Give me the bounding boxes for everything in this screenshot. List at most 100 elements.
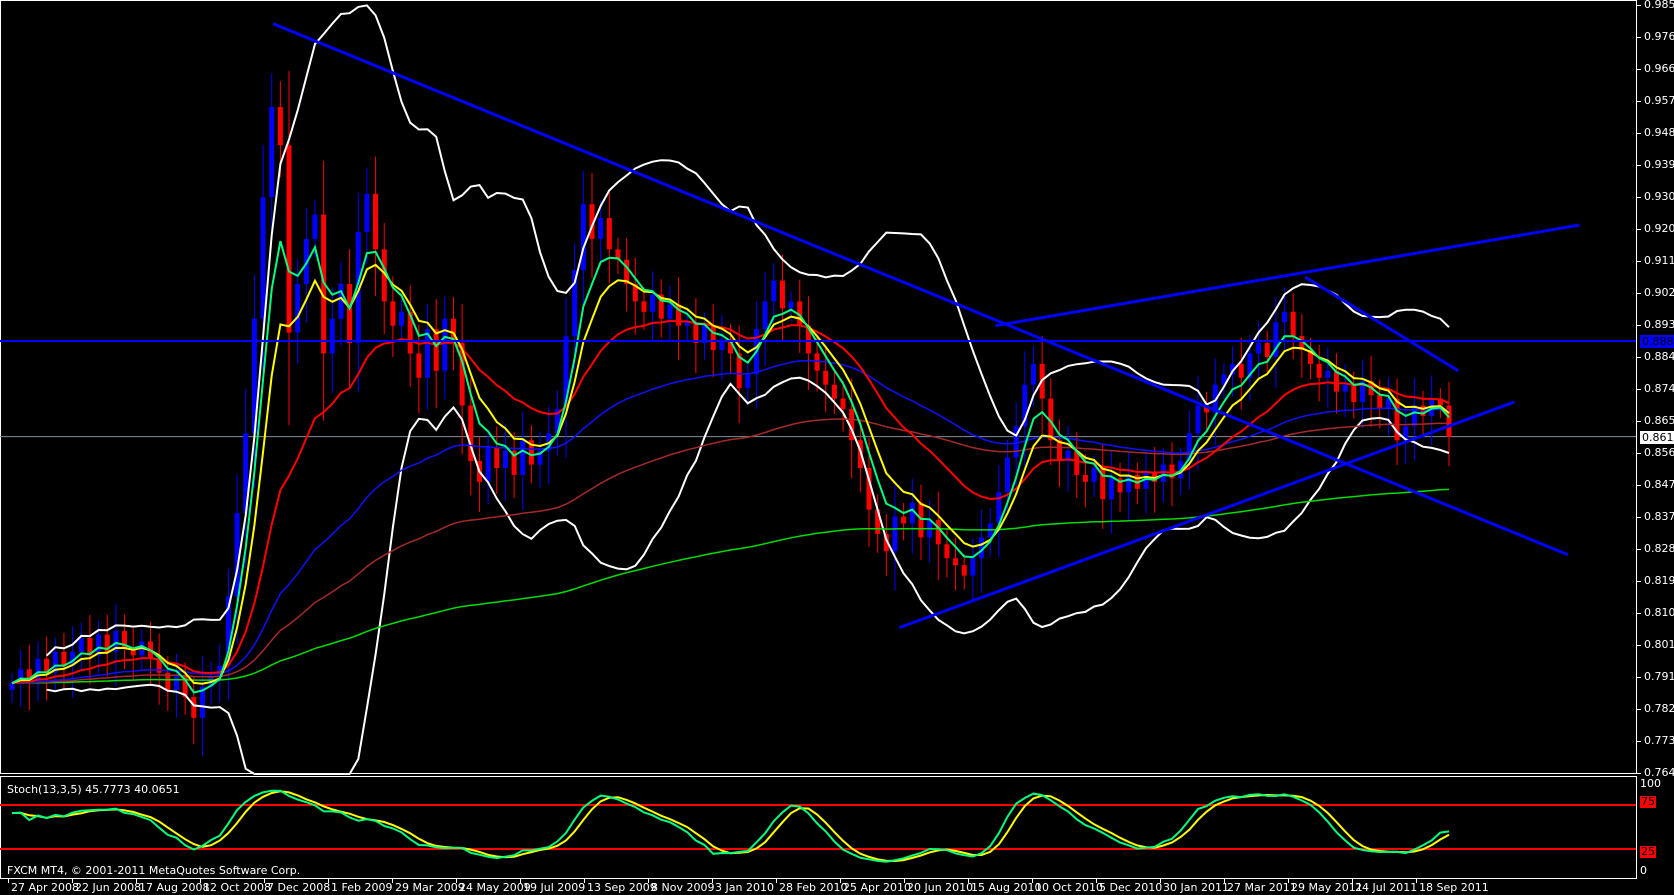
date-label: 8 Nov 2009 xyxy=(651,881,715,894)
candle xyxy=(970,538,976,601)
price-label: 0.84715 xyxy=(1644,478,1674,491)
date-label: 24 May 2009 xyxy=(459,881,531,894)
date-label: 27 Mar 2011 xyxy=(1227,881,1297,894)
stoch-level-25: 25 xyxy=(1640,845,1656,858)
price-tick xyxy=(1637,517,1641,518)
date-label: 27 Apr 2008 xyxy=(11,881,80,894)
date-tick xyxy=(1096,879,1097,883)
candle xyxy=(1056,419,1062,488)
price-tick xyxy=(1637,741,1641,742)
candle xyxy=(1437,388,1443,419)
price-tick xyxy=(1637,677,1641,678)
date-tick xyxy=(392,879,393,883)
stochastic-title: Stoch(13,3,5) 45.7773 40.0651 xyxy=(7,783,180,796)
candle xyxy=(676,277,682,361)
candle xyxy=(762,271,768,366)
candle xyxy=(632,257,638,335)
candle xyxy=(321,160,327,421)
horizontal-line-price-label: 0.88858 xyxy=(1640,335,1674,349)
price-label: 0.93940 xyxy=(1644,158,1674,171)
candle xyxy=(373,156,379,296)
candle xyxy=(996,465,1002,558)
candle xyxy=(987,507,993,557)
price-label: 0.85640 xyxy=(1644,446,1674,459)
price-label: 0.94865 xyxy=(1644,126,1674,139)
candle xyxy=(667,285,673,343)
candle xyxy=(485,429,491,505)
date-label: 10 Oct 2010 xyxy=(1035,881,1104,894)
date-label: 22 Jun 2008 xyxy=(75,881,142,894)
price-label: 0.87490 xyxy=(1644,382,1674,395)
price-tick xyxy=(1637,645,1641,646)
date-label: 18 Sep 2011 xyxy=(1419,881,1489,894)
candle xyxy=(892,485,898,591)
candles xyxy=(0,71,1636,756)
price-label: 0.91165 xyxy=(1644,254,1674,267)
candle xyxy=(1385,377,1391,436)
price-tick xyxy=(1637,197,1641,198)
price-label: 0.98540 xyxy=(1644,0,1674,11)
price-tick xyxy=(1637,709,1641,710)
price-label: 0.89340 xyxy=(1644,318,1674,331)
candle xyxy=(901,502,907,541)
candle xyxy=(139,629,145,671)
date-label: 29 May 2011 xyxy=(1291,881,1363,894)
candle xyxy=(191,676,197,744)
candle xyxy=(537,431,543,489)
price-tick xyxy=(1637,229,1641,230)
candle xyxy=(182,662,188,715)
candle xyxy=(909,478,915,554)
trendline[interactable] xyxy=(272,22,1569,557)
date-tick xyxy=(200,879,201,883)
date-tick xyxy=(584,879,585,883)
price-label: 0.95790 xyxy=(1644,94,1674,107)
candle xyxy=(719,314,725,381)
date-tick xyxy=(648,879,649,883)
date-tick xyxy=(904,879,905,883)
date-tick xyxy=(1288,879,1289,883)
bollinger-upper xyxy=(45,4,1450,657)
candle xyxy=(381,223,387,335)
date-label: 24 Jul 2011 xyxy=(1355,881,1418,894)
price-tick xyxy=(1637,549,1641,550)
price-tick xyxy=(1637,773,1641,774)
stoch-level-100: 100 xyxy=(1640,777,1661,790)
chart-canvas[interactable] xyxy=(0,0,1674,895)
price-tick xyxy=(1637,389,1641,390)
date-label: 25 Apr 2010 xyxy=(843,881,912,894)
price-tick xyxy=(1637,101,1641,102)
candle xyxy=(1307,337,1313,380)
candle xyxy=(433,299,439,409)
candle xyxy=(805,296,811,391)
price-label: 0.86565 xyxy=(1644,414,1674,427)
date-tick xyxy=(328,879,329,883)
trendline[interactable] xyxy=(898,400,1515,630)
candle xyxy=(329,287,335,393)
date-label: 30 Jan 2011 xyxy=(1163,881,1229,894)
candle xyxy=(918,484,924,560)
candle xyxy=(606,191,612,284)
candle xyxy=(831,372,837,414)
price-tick xyxy=(1637,261,1641,262)
price-label: 0.82890 xyxy=(1644,542,1674,555)
date-label: 20 Jun 2010 xyxy=(907,881,974,894)
price-label: 0.80115 xyxy=(1644,638,1674,651)
price-label: 0.83790 xyxy=(1644,510,1674,523)
price-tick xyxy=(1637,613,1641,614)
price-tick xyxy=(1637,37,1641,38)
candle xyxy=(364,168,370,265)
candle xyxy=(1100,444,1106,529)
trendline[interactable] xyxy=(995,223,1580,328)
candle xyxy=(425,303,431,410)
price-label: 0.81965 xyxy=(1644,574,1674,587)
price-label: 0.88415 xyxy=(1644,350,1674,363)
candle xyxy=(1186,410,1192,490)
price-tick xyxy=(1637,485,1641,486)
candle xyxy=(459,303,465,455)
date-label: 1 Feb 2009 xyxy=(331,881,393,894)
date-label: 17 Aug 2008 xyxy=(139,881,210,894)
price-label: 0.93015 xyxy=(1644,190,1674,203)
date-label: 13 Sep 2009 xyxy=(587,881,657,894)
candle xyxy=(1316,344,1322,402)
stoch-level-0: 0 xyxy=(1640,864,1647,877)
